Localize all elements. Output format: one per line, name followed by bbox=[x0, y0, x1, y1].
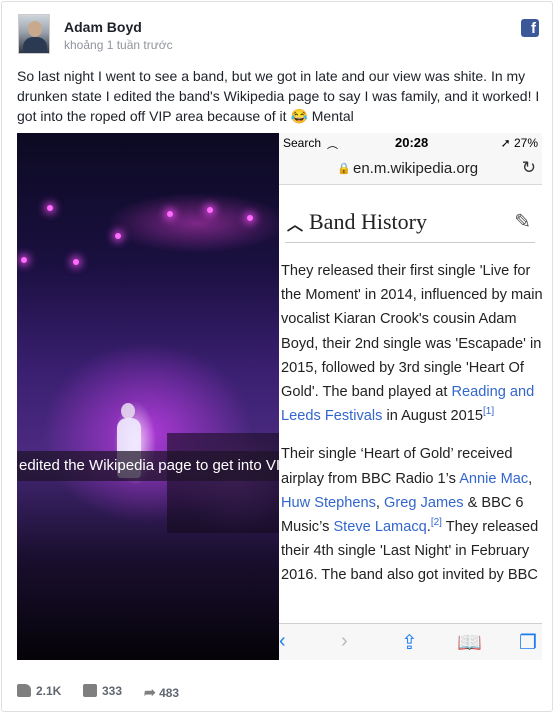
phone-screenshot: Search ︵ 20:28 ➚ 27% 🔒 en.m.wikipedia.or… bbox=[279, 133, 542, 660]
singer-head bbox=[121, 403, 135, 419]
stage-light bbox=[247, 215, 253, 221]
photo-caption: edited the Wikipedia page to get into VI… bbox=[19, 457, 279, 474]
section-header: ︿ Band History ✎ bbox=[285, 207, 535, 243]
stage-light bbox=[73, 259, 79, 265]
ios-status-bar: Search ︵ 20:28 ➚ 27% bbox=[279, 133, 542, 153]
safari-toolbar: ‹ › ⇪ 📖 ❐ bbox=[279, 623, 542, 660]
status-battery: ➚ 27% bbox=[500, 136, 538, 150]
avatar[interactable] bbox=[18, 14, 50, 54]
chevron-up-icon: ︿ bbox=[287, 217, 304, 234]
crowd bbox=[167, 433, 279, 533]
status-time: 20:28 bbox=[395, 135, 429, 150]
share-arrow-icon: ➦ bbox=[144, 684, 156, 700]
tabs-icon: ❐ bbox=[519, 632, 537, 654]
stage-light bbox=[21, 257, 27, 263]
comment-icon bbox=[83, 684, 97, 697]
forward-arrow-icon: › bbox=[341, 630, 348, 652]
avatar-head bbox=[28, 21, 42, 37]
wiki-paragraph: Their single ‘Heart of Gold’ received ai… bbox=[281, 442, 542, 587]
wiki-reference: [1] bbox=[483, 406, 495, 418]
author-name[interactable]: Adam Boyd bbox=[64, 19, 142, 35]
reload-icon: ↻ bbox=[521, 158, 536, 177]
post-text: So last night I went to see a band, but … bbox=[17, 68, 540, 124]
lock-icon: 🔒 bbox=[337, 163, 351, 175]
post-card: Adam Boyd khoảng 1 tuần trước f So last … bbox=[1, 1, 553, 712]
shares-value: 483 bbox=[159, 686, 180, 700]
comments-value: 333 bbox=[102, 684, 123, 698]
bookmarks-icon: 📖 bbox=[457, 632, 482, 654]
likes-count[interactable]: 2.1K bbox=[17, 684, 61, 698]
share-icon: ⇪ bbox=[401, 632, 418, 654]
avatar-body bbox=[23, 37, 47, 53]
url-text: en.m.wikipedia.org bbox=[353, 160, 479, 177]
concert-photo: edited the Wikipedia page to get into VI… bbox=[17, 133, 279, 660]
comments-count[interactable]: 333 bbox=[83, 684, 122, 698]
wiki-link: Steve Lamacq bbox=[333, 519, 427, 536]
stage-light bbox=[167, 211, 173, 217]
post-media[interactable]: edited the Wikipedia page to get into VI… bbox=[17, 133, 542, 660]
wifi-icon: ︵ bbox=[327, 139, 338, 151]
wiki-link: Greg James bbox=[384, 494, 464, 511]
wiki-article-text: They released their first single 'Live f… bbox=[281, 259, 542, 602]
safari-url-bar: 🔒 en.m.wikipedia.org ↻ bbox=[279, 153, 542, 185]
facebook-icon[interactable]: f bbox=[521, 19, 539, 37]
wiki-text: in August 2015 bbox=[382, 408, 484, 425]
wiki-reference: [2] bbox=[430, 517, 442, 529]
wiki-link: Annie Mac bbox=[459, 470, 529, 487]
photo-caption-bar: edited the Wikipedia page to get into VI… bbox=[17, 451, 279, 481]
stage-light bbox=[47, 205, 53, 211]
post-timestamp[interactable]: khoảng 1 tuần trước bbox=[64, 38, 173, 52]
wiki-paragraph: They released their first single 'Live f… bbox=[281, 259, 542, 428]
likes-value: 2.1K bbox=[36, 684, 62, 698]
stage-light bbox=[115, 233, 121, 239]
stage-light bbox=[207, 207, 213, 213]
shares-count[interactable]: ➦ 483 bbox=[144, 684, 179, 701]
wiki-text: , bbox=[528, 470, 533, 487]
thumbs-up-icon bbox=[17, 684, 31, 697]
section-title: Band History bbox=[309, 209, 427, 234]
wiki-text: They released their first single 'Live f… bbox=[281, 263, 542, 401]
back-arrow-icon: ‹ bbox=[279, 630, 286, 652]
edit-pencil-icon: ✎ bbox=[514, 211, 531, 233]
wiki-link: Huw Stephens bbox=[281, 494, 376, 511]
status-carrier: Search bbox=[283, 136, 322, 150]
wiki-text: , bbox=[375, 494, 385, 511]
